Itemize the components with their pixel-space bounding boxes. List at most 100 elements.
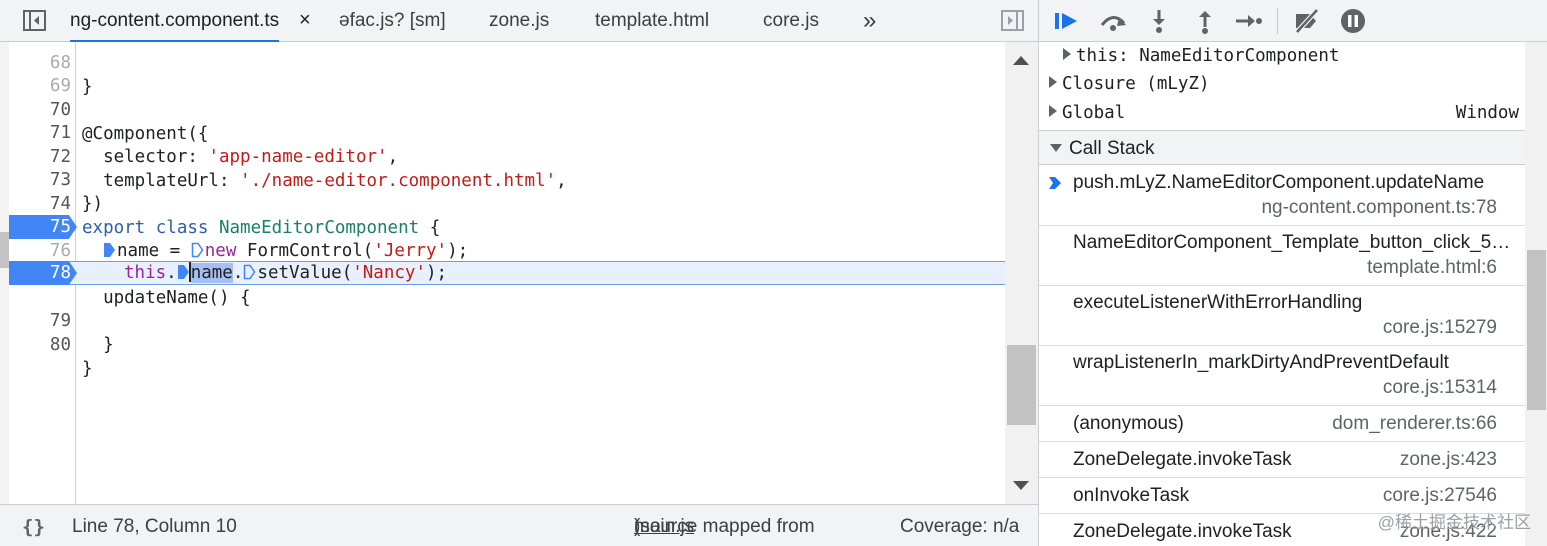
step-out-icon [1199, 11, 1211, 34]
code-text: . [166, 263, 177, 283]
editor-scrollbar[interactable] [1005, 42, 1038, 504]
pause-on-exceptions-icon [1341, 9, 1365, 33]
keyword: this [124, 263, 167, 283]
code-editor[interactable]: 68 } 69 70 @Component({ 71 selector: 'ap… [9, 42, 1005, 504]
code-text: } [82, 335, 114, 355]
frame-function: ZoneDelegate.invokeTask [1073, 449, 1292, 470]
code-line: 77 updateName() { [9, 238, 1005, 308]
code-text: . [232, 263, 244, 283]
code-line: 73 }) [9, 144, 1005, 214]
step-icon [1236, 15, 1262, 27]
call-frame[interactable]: executeListenerWithErrorHandling core.js… [1039, 286, 1525, 346]
tab-fac-js[interactable]: əfac.js? [sm] [339, 0, 446, 42]
line-number[interactable]: 80 [9, 333, 71, 357]
string-literal: 'Nancy' [352, 263, 426, 283]
deactivate-breakpoints-icon [1295, 8, 1319, 34]
scope-name: Closure (mLyZ) [1062, 74, 1210, 94]
close-icon[interactable]: × [299, 0, 311, 42]
call-frame-selected[interactable]: push.mLyZ.NameEditorComponent.updateName… [1039, 166, 1525, 226]
scrollbar-thumb[interactable] [1527, 250, 1546, 410]
debugger-sidebar: this: NameEditorComponent Closure (mLyZ)… [1038, 0, 1547, 546]
call-frame[interactable]: NameEditorComponent_Template_button_clic… [1039, 226, 1525, 286]
scope-name: this: NameEditorComponent [1076, 46, 1340, 66]
frame-function: wrapListenerIn_markDirtyAndPreventDefaul… [1073, 352, 1449, 373]
frame-function: (anonymous) [1073, 413, 1184, 434]
frame-location[interactable]: core.js:15279 [1383, 317, 1497, 339]
editor-tab-bar: ng-content.component.ts × əfac.js? [sm] … [0, 0, 1038, 42]
highlighted-identifier: name [190, 263, 233, 283]
tab-template-html[interactable]: template.html [595, 0, 709, 42]
expand-icon[interactable] [1049, 76, 1057, 88]
more-tabs-icon[interactable]: » [863, 0, 876, 42]
code-line: 69 [9, 50, 1005, 96]
call-frame[interactable]: wrapListenerIn_markDirtyAndPreventDefaul… [1039, 346, 1525, 406]
call-stack-title: Call Stack [1069, 138, 1155, 159]
scope-item-this[interactable]: this: NameEditorComponent [1039, 42, 1525, 71]
code-line: 71 selector: 'app-name-editor', [9, 97, 1005, 167]
pretty-print-button[interactable]: {} [22, 505, 45, 546]
expand-icon[interactable] [1063, 48, 1071, 60]
toolbar-separator [1277, 8, 1278, 34]
coverage-status: Coverage: n/a [900, 516, 1020, 537]
code-text: ); [426, 263, 448, 283]
step-out-button[interactable] [1189, 6, 1221, 36]
scroll-up-icon[interactable] [1013, 56, 1029, 65]
collapse-icon[interactable] [1050, 144, 1062, 152]
source-map-suffix: ) [634, 516, 641, 537]
code-line: 74 export class NameEditorComponent { [9, 168, 1005, 238]
frame-function: NameEditorComponent_Template_button_clic… [1073, 232, 1511, 253]
frame-location[interactable]: dom_renderer.ts:66 [1332, 406, 1497, 441]
toggle-navigator-icon[interactable] [22, 9, 48, 33]
tab-core-js[interactable]: core.js [763, 0, 819, 42]
frame-location[interactable]: zone.js:423 [1400, 442, 1497, 477]
debugger-toolbar [1039, 0, 1547, 42]
current-frame-arrow-icon [1049, 177, 1061, 189]
code-line: 79 } [9, 285, 1005, 355]
scope-value: Window [1455, 103, 1519, 123]
resume-icon [1055, 13, 1077, 29]
code-text: } [82, 359, 93, 379]
tab-zone-js[interactable]: zone.js [489, 0, 549, 42]
frame-function: onInvokeTask [1073, 485, 1190, 506]
editor-status-bar: {} Line 78, Column 10 (source mapped fro… [0, 504, 1038, 546]
frame-function: push.mLyZ.NameEditorComponent.updateName [1073, 172, 1485, 193]
pause-on-exceptions-button[interactable] [1337, 6, 1369, 36]
toggle-debugger-icon[interactable] [1000, 9, 1026, 33]
step-into-icon [1153, 10, 1165, 33]
deactivate-breakpoints-button[interactable] [1291, 6, 1323, 36]
frame-location[interactable]: template.html:6 [1367, 257, 1497, 279]
inline-breakpoint-icon[interactable] [243, 264, 256, 280]
scope-item-global[interactable]: Global Window [1039, 99, 1525, 128]
scrollbar-thumb[interactable] [1007, 345, 1036, 425]
editor-pane: ng-content.component.ts × əfac.js? [sm] … [0, 0, 1038, 546]
step-over-icon [1100, 16, 1126, 31]
frame-location[interactable]: core.js:15314 [1383, 377, 1497, 399]
call-frame[interactable]: (anonymous) dom_renderer.ts:66 [1039, 406, 1525, 442]
source-map-link[interactable]: main.js [634, 505, 694, 546]
drawer-edge [0, 42, 9, 504]
code-text: setValue( [257, 263, 353, 283]
step-button[interactable] [1232, 6, 1264, 36]
tab-ng-content-component[interactable]: ng-content.component.ts [70, 0, 280, 42]
expand-icon[interactable] [1049, 105, 1057, 117]
resume-button[interactable] [1051, 6, 1083, 36]
call-frame[interactable]: ZoneDelegate.invokeTask zone.js:423 [1039, 442, 1525, 478]
scope-name: Global [1062, 103, 1126, 123]
sidebar-scrollbar[interactable] [1525, 42, 1547, 546]
scope-item-closure[interactable]: Closure (mLyZ) [1039, 70, 1525, 99]
code-line: 70 @Component({ [9, 74, 1005, 144]
drawer-edge-mark [0, 232, 9, 268]
step-into-button[interactable] [1143, 6, 1175, 36]
call-stack-header[interactable]: Call Stack [1039, 130, 1525, 165]
scroll-down-icon[interactable] [1013, 481, 1029, 490]
frame-location[interactable]: ng-content.component.ts:78 [1261, 197, 1497, 219]
step-over-button[interactable] [1097, 6, 1129, 36]
breakpoint-marker[interactable]: 78 [9, 261, 77, 285]
cursor-position: Line 78, Column 10 [72, 516, 237, 537]
code-line: 75 name = new FormControl('Jerry'); [9, 191, 1005, 261]
watermark: @稀土掘金技术社区 [1377, 513, 1531, 532]
frame-function: executeListenerWithErrorHandling [1073, 292, 1363, 313]
code-line: 72 templateUrl: './name-editor.component… [9, 121, 1005, 191]
code-line: 80 } [9, 309, 1005, 379]
code-line: 76 [9, 215, 1005, 261]
